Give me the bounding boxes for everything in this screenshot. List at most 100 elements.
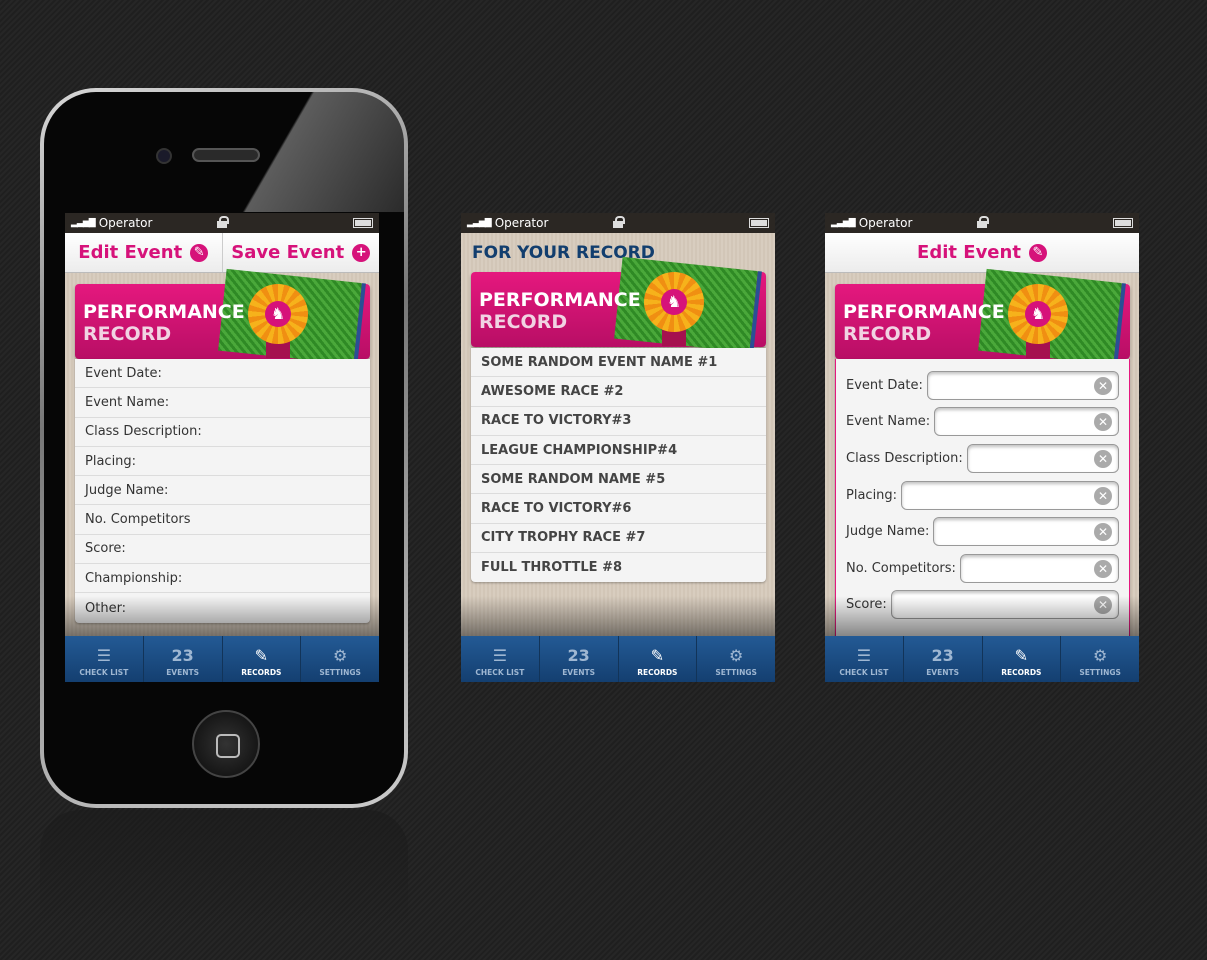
- tab-events[interactable]: 23 EVENTS: [538, 636, 618, 682]
- clear-field-icon[interactable]: ✕: [1094, 413, 1112, 432]
- form-row: Placing: ✕: [836, 477, 1129, 514]
- event-list-item[interactable]: AWESOME RACE #2: [471, 377, 766, 407]
- tab-settings[interactable]: ⚙ SETTINGS: [300, 636, 379, 682]
- records-scroll-icon: ✎: [254, 646, 269, 665]
- lock-icon: [613, 216, 625, 228]
- performance-record-banner: PERFORMANCERECORD: [471, 256, 766, 354]
- tab-label: RECORDS: [637, 668, 678, 677]
- save-event-label: Save Event: [231, 242, 345, 263]
- banner-title-line2: RECORD: [479, 311, 568, 333]
- list-icon: ☰: [856, 646, 872, 665]
- rosette-horse-icon: [248, 284, 308, 344]
- records-scroll-icon: ✎: [650, 646, 665, 665]
- screen-record-list: ▂▃▅▇OperatorFOR YOUR RECORDPERFORMANCERE…: [461, 213, 775, 682]
- calendar-icon: 23: [567, 646, 590, 665]
- tab-label: CHECK LIST: [79, 668, 129, 677]
- tab-label: SETTINGS: [1079, 668, 1121, 677]
- record-field-row: Event Date:: [75, 359, 370, 389]
- event-list-item[interactable]: FULL THROTTLE #8: [471, 553, 766, 582]
- record-field-row: Judge Name:: [75, 476, 370, 506]
- record-details-list: Event Date: Event Name: Class Description:…: [75, 359, 370, 623]
- tab-check-list[interactable]: ☰ CHECK LIST: [65, 636, 143, 682]
- tab-label: EVENTS: [166, 668, 200, 677]
- tab-settings[interactable]: ⚙ SETTINGS: [696, 636, 775, 682]
- record-field-row: Placing:: [75, 447, 370, 477]
- tab-bar: ☰ CHECK LIST 23 EVENTS ✎ RECORDS ⚙ SETTINGS: [65, 636, 379, 682]
- event-list-item[interactable]: RACE TO VICTORY#6: [471, 494, 766, 524]
- event-record-list: SOME RANDOM EVENT NAME #1 AWESOME RACE #2…: [471, 348, 766, 583]
- tab-events[interactable]: 23 EVENTS: [142, 636, 222, 682]
- record-field-row: Score:: [75, 535, 370, 565]
- gear-icon: ⚙: [1092, 646, 1108, 665]
- phone-reflection: [40, 810, 408, 930]
- event-list-item[interactable]: SOME RANDOM EVENT NAME #1: [471, 348, 766, 378]
- tab-label: EVENTS: [926, 668, 960, 677]
- text-input[interactable]: ✕: [926, 370, 1119, 400]
- text-input[interactable]: ✕: [966, 443, 1119, 473]
- battery-icon: [1113, 218, 1133, 228]
- rosette-horse-icon: [1008, 284, 1068, 344]
- tab-records[interactable]: ✎ RECORDS: [221, 636, 301, 682]
- record-field-row: Championship:: [75, 564, 370, 594]
- signal-icon: ▂▃▅▇: [467, 218, 492, 228]
- field-label: No. Competitors:: [846, 560, 956, 576]
- text-input[interactable]: ✕: [933, 517, 1119, 547]
- record-field-row: No. Competitors: [75, 505, 370, 535]
- text-input[interactable]: ✕: [901, 480, 1119, 510]
- clear-field-icon[interactable]: ✕: [1094, 449, 1112, 468]
- tab-events[interactable]: 23 EVENTS: [902, 636, 982, 682]
- clear-field-icon[interactable]: ✕: [1094, 486, 1112, 505]
- edit-event-label: Edit Event: [78, 242, 183, 263]
- rosette-horse-icon: [644, 272, 704, 332]
- plus-circle-icon: +: [352, 243, 371, 262]
- status-bar: ▂▃▅▇ Operator: [65, 213, 379, 233]
- save-event-button[interactable]: Save Event +: [221, 233, 380, 272]
- carrier-label: Operator: [98, 216, 153, 230]
- text-input[interactable]: ✕: [959, 553, 1119, 583]
- tab-settings[interactable]: ⚙ SETTINGS: [1060, 636, 1139, 682]
- edit-event-label: Edit Event: [917, 242, 1021, 263]
- event-list-item[interactable]: CITY TROPHY RACE #7: [471, 524, 766, 554]
- clear-field-icon[interactable]: ✕: [1094, 559, 1112, 578]
- status-bar: ▂▃▅▇ Operator: [461, 213, 775, 233]
- event-list-item[interactable]: RACE TO VICTORY#3: [471, 407, 766, 436]
- clear-field-icon[interactable]: ✕: [1094, 376, 1112, 395]
- signal-icon: ▂▃▅▇: [71, 218, 96, 228]
- earpiece-speaker: [192, 148, 260, 162]
- records-scroll-icon: ✎: [1014, 646, 1029, 665]
- event-list-item[interactable]: SOME RANDOM NAME #5: [471, 465, 766, 495]
- form-row: Judge Name: ✕: [836, 513, 1129, 550]
- signal-icon: ▂▃▅▇: [831, 218, 856, 228]
- banner-title-line1: PERFORMANCE: [843, 301, 1005, 323]
- tab-label: SETTINGS: [319, 668, 361, 677]
- tab-check-list[interactable]: ☰ CHECK LIST: [461, 636, 539, 682]
- tab-label: EVENTS: [562, 668, 596, 677]
- form-row: Event Name: ✕: [836, 404, 1129, 441]
- gear-icon: ⚙: [728, 646, 744, 665]
- top-action-bar: Edit Event ✎: [825, 233, 1139, 273]
- calendar-icon: 23: [931, 646, 954, 665]
- screen-performance-record-view: ▂▃▅▇Operator Edit Event ✎ Save Event + PER…: [65, 213, 379, 682]
- home-button[interactable]: [192, 710, 260, 778]
- tab-records[interactable]: ✎ RECORDS: [981, 636, 1061, 682]
- record-field-row: Class Description:: [75, 418, 370, 447]
- clear-field-icon[interactable]: ✕: [1094, 523, 1112, 542]
- tab-records[interactable]: ✎ RECORDS: [617, 636, 697, 682]
- lock-icon: [977, 216, 989, 228]
- form-row: No. Competitors: ✕: [836, 550, 1129, 587]
- calendar-icon: 23: [171, 646, 194, 665]
- field-label: Event Name:: [846, 414, 931, 430]
- performance-record-banner: PERFORMANCERECORD: [75, 268, 370, 366]
- tab-check-list[interactable]: ☰ CHECK LIST: [825, 636, 903, 682]
- list-icon: ☰: [492, 646, 508, 665]
- edit-event-button[interactable]: Edit Event ✎: [825, 233, 1139, 272]
- tab-bar: ☰ CHECK LIST 23 EVENTS ✎ RECORDS ⚙ SETTINGS: [825, 636, 1139, 682]
- edit-event-button[interactable]: Edit Event ✎: [65, 233, 222, 272]
- front-camera: [156, 148, 172, 164]
- field-label: Class Description:: [846, 450, 963, 466]
- field-label: Judge Name:: [846, 524, 930, 540]
- text-input[interactable]: ✕: [934, 407, 1119, 437]
- field-label: Event Date:: [846, 377, 923, 393]
- banner-title-line1: PERFORMANCE: [479, 289, 641, 311]
- event-list-item[interactable]: LEAGUE CHAMPIONSHIP#4: [471, 436, 766, 466]
